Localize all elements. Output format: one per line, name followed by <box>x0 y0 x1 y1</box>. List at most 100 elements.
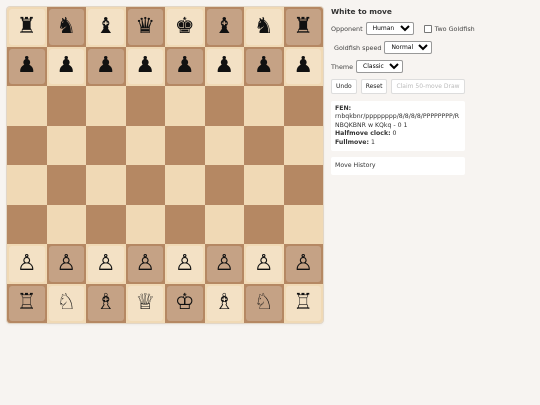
black-queen[interactable]: ♛ <box>135 15 155 38</box>
board-square[interactable] <box>7 204 47 244</box>
board-square[interactable] <box>204 204 244 244</box>
board-square[interactable] <box>204 86 244 126</box>
white-pawn[interactable]: ♙ <box>135 252 155 275</box>
board-square[interactable]: ♘ <box>244 283 284 323</box>
board-square[interactable] <box>86 204 126 244</box>
board-square[interactable]: ♙ <box>7 244 47 284</box>
board-square[interactable]: ♟ <box>7 46 47 86</box>
black-bishop[interactable]: ♝ <box>96 15 116 38</box>
black-knight[interactable]: ♞ <box>254 15 274 38</box>
board-square[interactable] <box>283 165 323 205</box>
board-square[interactable]: ♞ <box>244 7 284 47</box>
white-pawn[interactable]: ♙ <box>56 252 76 275</box>
board-square[interactable]: ♙ <box>125 244 165 284</box>
black-pawn[interactable]: ♟ <box>254 55 274 77</box>
board-square[interactable]: ♖ <box>7 283 47 323</box>
board-square[interactable] <box>165 125 205 165</box>
board-square[interactable] <box>86 86 126 126</box>
board-square[interactable]: ♟ <box>204 46 244 86</box>
goldfish-speed-select[interactable]: Normal <box>384 41 433 54</box>
board-square[interactable]: ♗ <box>204 283 244 323</box>
board-square[interactable] <box>244 86 284 126</box>
chess-board[interactable]: ♜ ♞ ♝ ♛ ♚ ♝ ♞ ♜ ♟ ♟ ♟ ♟ ♟ ♟ ♟ ♟ ♙ ♙ ♙ ♙ ♙ ♙ ♙ ♙ ♖ ♘ ♗ ♕ ♔ ♗ ♘ ♖ <box>7 7 323 323</box>
board-square[interactable] <box>86 125 126 165</box>
board-square[interactable] <box>46 165 86 205</box>
board-square[interactable]: ♙ <box>165 244 205 284</box>
board-square[interactable]: ♞ <box>46 7 86 47</box>
white-pawn[interactable]: ♙ <box>293 252 313 275</box>
white-king[interactable]: ♔ <box>175 292 195 314</box>
board-square[interactable]: ♚ <box>165 7 205 47</box>
black-knight[interactable]: ♞ <box>56 15 76 38</box>
white-knight[interactable]: ♘ <box>254 292 274 314</box>
board-square[interactable]: ♟ <box>86 46 126 86</box>
board-square[interactable] <box>165 86 205 126</box>
board-square[interactable] <box>86 165 126 205</box>
board-square[interactable] <box>125 125 165 165</box>
board-square[interactable]: ♕ <box>125 283 165 323</box>
board-square[interactable] <box>283 86 323 126</box>
board-square[interactable] <box>7 125 47 165</box>
white-pawn[interactable]: ♙ <box>175 252 195 275</box>
board-square[interactable] <box>244 125 284 165</box>
board-square[interactable]: ♙ <box>244 244 284 284</box>
white-rook[interactable]: ♖ <box>17 292 37 314</box>
black-pawn[interactable]: ♟ <box>293 55 313 77</box>
board-square[interactable]: ♙ <box>283 244 323 284</box>
board-square[interactable]: ♝ <box>86 7 126 47</box>
board-square[interactable] <box>46 125 86 165</box>
black-pawn[interactable]: ♟ <box>214 55 234 77</box>
board-square[interactable]: ♜ <box>283 7 323 47</box>
board-square[interactable] <box>165 165 205 205</box>
board-square[interactable] <box>244 165 284 205</box>
board-square[interactable]: ♟ <box>244 46 284 86</box>
black-pawn[interactable]: ♟ <box>17 55 37 77</box>
white-pawn[interactable]: ♙ <box>96 252 116 275</box>
board-square[interactable]: ♙ <box>46 244 86 284</box>
board-square[interactable] <box>46 204 86 244</box>
black-rook[interactable]: ♜ <box>17 15 37 38</box>
board-square[interactable]: ♙ <box>204 244 244 284</box>
board-square[interactable] <box>46 86 86 126</box>
board-square[interactable]: ♜ <box>7 7 47 47</box>
undo-button[interactable]: Undo <box>331 79 357 94</box>
board-square[interactable] <box>204 125 244 165</box>
white-knight[interactable]: ♘ <box>56 292 76 314</box>
board-square[interactable] <box>165 204 205 244</box>
black-pawn[interactable]: ♟ <box>135 55 155 77</box>
white-bishop[interactable]: ♗ <box>214 292 234 314</box>
board-square[interactable]: ♙ <box>86 244 126 284</box>
theme-select[interactable]: Classic <box>356 60 404 73</box>
white-pawn[interactable]: ♙ <box>17 252 37 275</box>
claim-draw-button[interactable]: Claim 50-move Draw <box>391 79 465 94</box>
board-square[interactable]: ♛ <box>125 7 165 47</box>
white-rook[interactable]: ♖ <box>293 292 313 314</box>
black-king[interactable]: ♚ <box>175 15 195 38</box>
white-queen[interactable]: ♕ <box>135 292 155 314</box>
board-square[interactable]: ♟ <box>165 46 205 86</box>
black-rook[interactable]: ♜ <box>293 15 313 38</box>
reset-button[interactable]: Reset <box>360 79 388 94</box>
board-square[interactable]: ♟ <box>283 46 323 86</box>
board-square[interactable] <box>283 125 323 165</box>
black-pawn[interactable]: ♟ <box>56 55 76 77</box>
board-square[interactable]: ♟ <box>46 46 86 86</box>
black-pawn[interactable]: ♟ <box>175 55 195 77</box>
board-square[interactable] <box>204 165 244 205</box>
board-square[interactable] <box>125 86 165 126</box>
board-square[interactable] <box>125 204 165 244</box>
board-square[interactable]: ♔ <box>165 283 205 323</box>
board-square[interactable] <box>283 204 323 244</box>
board-square[interactable]: ♟ <box>125 46 165 86</box>
white-bishop[interactable]: ♗ <box>96 292 116 314</box>
board-square[interactable]: ♖ <box>283 283 323 323</box>
board-square[interactable] <box>7 165 47 205</box>
white-pawn[interactable]: ♙ <box>214 252 234 275</box>
black-bishop[interactable]: ♝ <box>214 15 234 38</box>
two-goldfish-checkbox[interactable] <box>423 24 432 33</box>
board-square[interactable]: ♗ <box>86 283 126 323</box>
black-pawn[interactable]: ♟ <box>96 55 116 77</box>
opponent-select[interactable]: Human <box>365 22 414 35</box>
board-square[interactable] <box>244 204 284 244</box>
white-pawn[interactable]: ♙ <box>254 252 274 275</box>
